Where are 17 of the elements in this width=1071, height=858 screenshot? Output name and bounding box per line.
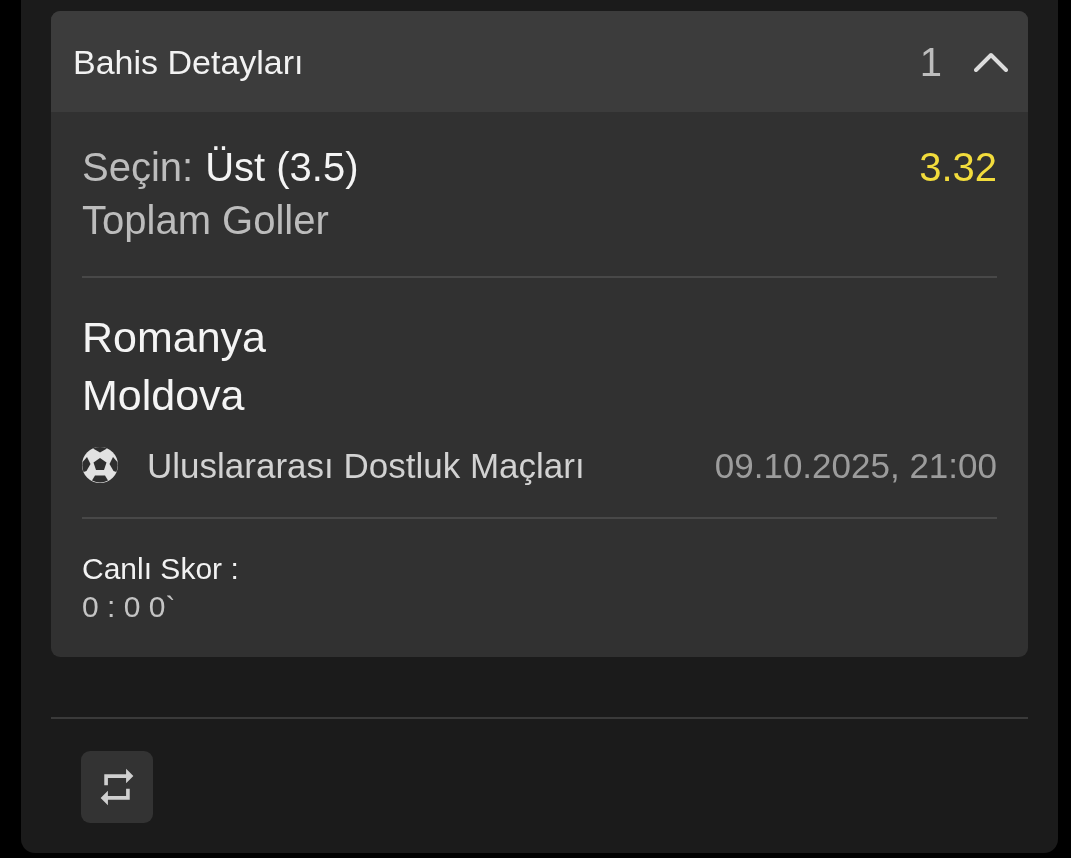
market-name: Toplam Goller	[82, 199, 329, 240]
selection-label: Seçin:	[82, 147, 194, 187]
live-score-value: 0 : 0 0`	[82, 592, 176, 622]
selection-pick: Üst (3.5)	[205, 147, 359, 187]
soccer-ball-icon	[82, 447, 118, 483]
selection-count: 1	[919, 41, 942, 82]
header-title: Bahis Detayları	[73, 44, 304, 79]
odds-value: 3.32	[919, 147, 997, 187]
league-name: Uluslararası Dostluk Maçları	[147, 447, 585, 483]
team-name: Moldova	[82, 373, 245, 417]
chevron-up-icon[interactable]	[974, 51, 1008, 72]
event-datetime: 09.10.2025, 21:00	[714, 447, 997, 483]
repeat-icon	[98, 767, 136, 807]
team-name: Romanya	[82, 315, 267, 359]
live-score-label: Canlı Skor :	[82, 554, 239, 584]
repeat-button[interactable]	[81, 751, 153, 823]
bet-details-header[interactable]: Bahis Detayları 1	[51, 11, 1028, 112]
